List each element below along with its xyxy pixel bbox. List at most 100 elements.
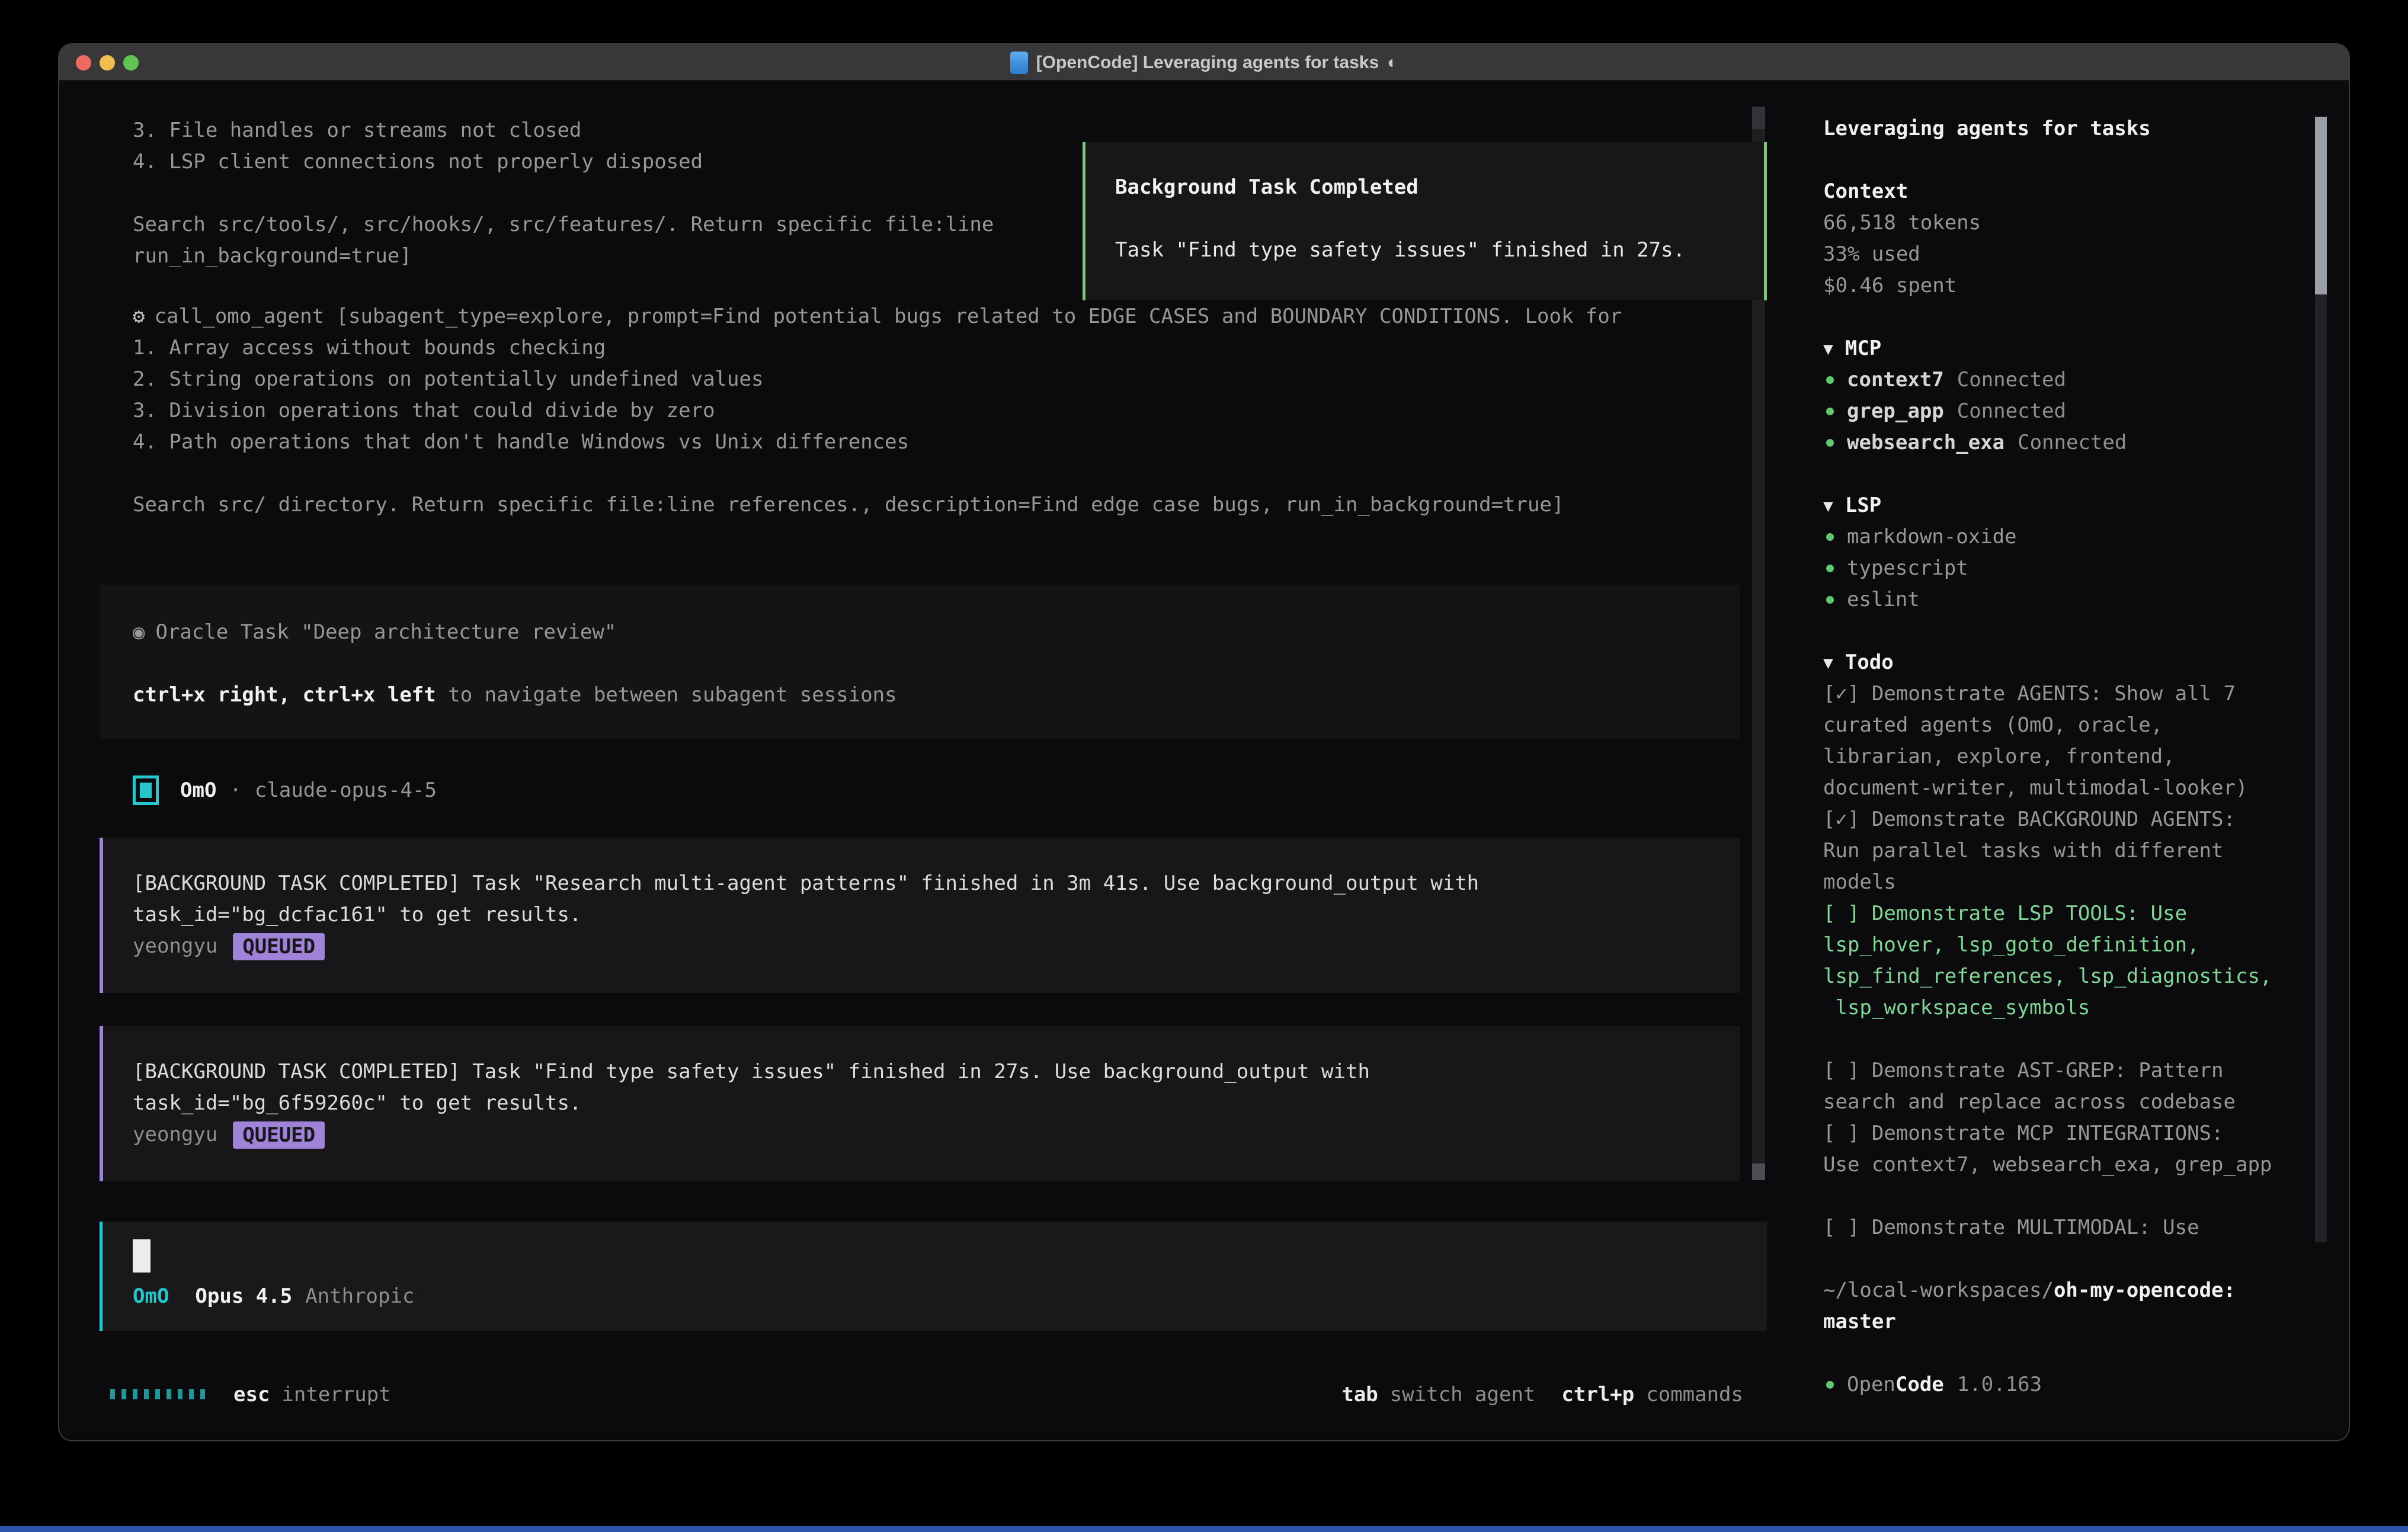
spinner-icon [110, 1389, 205, 1399]
todo-item-line: Use context7, websearch_exa, grep_app [1823, 1149, 2335, 1181]
workspace-path: ~/local-workspaces/oh-my-opencode: [1823, 1275, 2335, 1306]
oracle-hint-line: ctrl+x right, ctrl+x left to navigate be… [133, 680, 1740, 711]
agent-header: OmO · claude-opus-4-5 [133, 774, 437, 806]
titlebar[interactable]: [OpenCode] Leveraging agents for tasks ◐ [59, 44, 2349, 81]
prompt-input[interactable]: OmO Opus 4.5 Anthropic [100, 1222, 1767, 1331]
sidebar: Leveraging agents for tasks Context 66,5… [1813, 81, 2335, 1441]
context-used: 33% used [1823, 239, 2335, 270]
status-dot-icon [1826, 439, 1834, 447]
main-scrollbar-thumb-top[interactable] [1752, 107, 1765, 129]
agent-name: OmO [180, 778, 216, 802]
shortcut-description: to navigate between subagent sessions [436, 683, 897, 707]
status-right: tab switch agent ctrl+p commands [1341, 1383, 1743, 1406]
toast-background-task-completed: Background Task Completed Task "Find typ… [1083, 142, 1767, 300]
status-left: esc interrupt [110, 1383, 391, 1406]
todo-item-line: [ ] Demonstrate MCP INTEGRATIONS: [1823, 1118, 2335, 1149]
toast-body: Task "Find type safety issues" finished … [1115, 235, 1764, 266]
tool-call-line: 4. Path operations that don't handle Win… [133, 427, 1622, 458]
task-user: yeongyu [133, 1119, 217, 1150]
toast-spacer [1115, 203, 1764, 235]
context-tokens: 66,518 tokens [1823, 207, 2335, 239]
status-bar: esc interrupt tab switch agent ctrl+p co… [110, 1379, 1743, 1410]
desktop-accent-strip [0, 1526, 2408, 1532]
todo-item-line: [✓] Demonstrate AGENTS: Show all 7 [1823, 678, 2335, 710]
chevron-down-icon: ▼ [1823, 647, 1833, 678]
window-title-area: [OpenCode] Leveraging agents for tasks ◐ [59, 44, 2349, 81]
main-scrollbar-thumb[interactable] [1752, 1164, 1765, 1180]
oracle-task-title-line: ◉ Oracle Task "Deep architecture review" [133, 617, 1740, 648]
status-dot-icon [1826, 408, 1834, 415]
task-card-line2: task_id="bg_6f59260c" to get results. [133, 1088, 1740, 1119]
content-area: 3. File handles or streams not closed 4.… [59, 81, 2349, 1441]
status-dot-icon [1826, 1381, 1834, 1389]
chevron-down-icon: ▼ [1823, 490, 1833, 521]
oracle-task-title: Oracle Task "Deep architecture review" [155, 620, 616, 644]
status-badge: QUEUED [233, 933, 325, 960]
task-card-line1: [BACKGROUND TASK COMPLETED] Task "Resear… [133, 868, 1740, 899]
mcp-section-header[interactable]: ▼MCP [1823, 333, 2335, 364]
chat-main: 3. File handles or streams not closed 4.… [81, 81, 1746, 1441]
text-line: run_in_background=true] [133, 241, 994, 272]
tab-key-label: switch agent [1390, 1383, 1536, 1406]
todo-item-line: [ ] Demonstrate MULTIMODAL: Use [1823, 1212, 2335, 1243]
todo-item-line-active: lsp_workspace_symbols [1823, 992, 2335, 1024]
text-cursor [133, 1239, 150, 1273]
todo-item-line: Run parallel tasks with different [1823, 835, 2335, 867]
tool-call-text: call_omo_agent [subagent_type=explore, p… [154, 305, 1622, 328]
tool-call-block: ⚙ call_omo_agent [subagent_type=explore, … [133, 301, 1622, 521]
task-user: yeongyu [133, 931, 217, 962]
context-spent: $0.46 spent [1823, 270, 2335, 302]
todo-item-line: librarian, explore, frontend, [1823, 741, 2335, 773]
mcp-item: grep_appConnected [1823, 396, 2335, 427]
text-line [133, 178, 994, 209]
ctrlp-key-label: commands [1646, 1383, 1743, 1406]
chevron-down-icon: ▼ [1823, 333, 1833, 364]
sidebar-scrollbar[interactable] [2315, 117, 2327, 1242]
esc-key-label: interrupt [281, 1383, 390, 1406]
todo-item-line: models [1823, 867, 2335, 898]
text-line: Search src/tools/, src/hooks/, src/featu… [133, 209, 994, 241]
omo-agent-icon [133, 775, 159, 805]
sidebar-scrollbar-thumb[interactable] [2315, 117, 2327, 294]
version-row: OpenCode1.0.163 [1823, 1369, 2335, 1400]
toast-title: Background Task Completed [1115, 172, 1764, 203]
task-card-line1: [BACKGROUND TASK COMPLETED] Task "Find t… [133, 1056, 1740, 1088]
fisheye-icon: ◉ [133, 620, 145, 644]
tool-call-line: Search src/ directory. Return specific f… [133, 489, 1622, 521]
status-badge: QUEUED [233, 1121, 325, 1149]
todo-item-line: document-writer, multimodal-looker) [1823, 773, 2335, 804]
document-icon [1010, 52, 1028, 74]
window-title: [OpenCode] Leveraging agents for tasks [1036, 53, 1379, 73]
todo-item-line-active: lsp_find_references, lsp_diagnostics, [1823, 961, 2335, 992]
task-card-meta: yeongyu QUEUED [133, 1119, 1740, 1150]
workspace-branch: master [1823, 1306, 2335, 1338]
lsp-item: markdown-oxide [1823, 521, 2335, 553]
todo-item-line-active: [ ] Demonstrate LSP TOOLS: Use [1823, 898, 2335, 930]
todo-item-line: search and replace across codebase [1823, 1086, 2335, 1118]
todo-section-header[interactable]: ▼Todo [1823, 647, 2335, 678]
desktop-background: [OpenCode] Leveraging agents for tasks ◐… [0, 0, 2408, 1532]
oracle-spacer [133, 648, 1740, 680]
progress-moon-icon: ◐ [1387, 53, 1398, 73]
status-dot-icon [1826, 533, 1834, 541]
assistant-message-top: 3. File handles or streams not closed 4.… [133, 115, 994, 272]
task-card-line2: task_id="bg_dcfac161" to get results. [133, 899, 1740, 931]
status-dot-icon [1826, 376, 1834, 384]
tool-call-line: ⚙ call_omo_agent [subagent_type=explore, … [133, 301, 1622, 332]
todo-item-line: curated agents (OmO, oracle, [1823, 710, 2335, 741]
opencode-window: [OpenCode] Leveraging agents for tasks ◐… [58, 43, 2350, 1441]
gear-icon: ⚙ [133, 305, 145, 328]
lsp-item: typescript [1823, 553, 2335, 584]
lsp-section-header[interactable]: ▼LSP [1823, 490, 2335, 521]
model-row: OmO Opus 4.5 Anthropic [133, 1281, 1767, 1312]
text-line: 4. LSP client connections not properly d… [133, 146, 994, 178]
tool-call-line: 1. Array access without bounds checking [133, 332, 1622, 364]
todo-item-line: [ ] Demonstrate AST-GREP: Pattern [1823, 1055, 2335, 1086]
oracle-task-panel[interactable]: ◉Oracle Task "Deep architecture review" … [100, 585, 1740, 739]
tool-call-line: 2. String operations on potentially unde… [133, 364, 1622, 395]
todo-item-line: [✓] Demonstrate BACKGROUND AGENTS: [1823, 804, 2335, 835]
input-provider-name: Anthropic [305, 1281, 414, 1312]
background-task-card: [BACKGROUND TASK COMPLETED] Task "Resear… [100, 838, 1740, 993]
status-dot-icon [1826, 596, 1834, 604]
tool-call-line [133, 458, 1622, 489]
